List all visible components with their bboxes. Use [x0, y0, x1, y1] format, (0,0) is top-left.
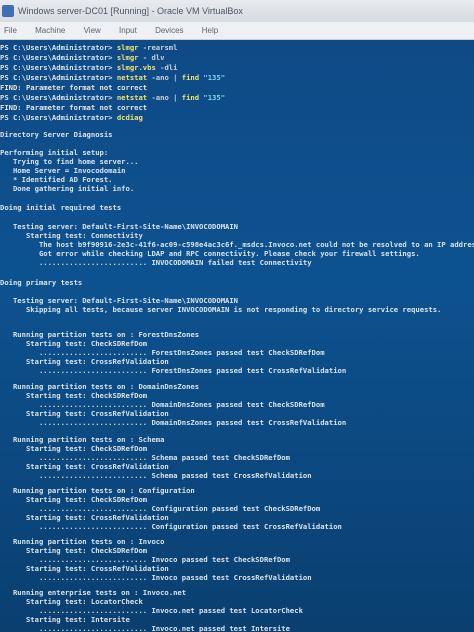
console-text: -ano |: [147, 93, 182, 102]
console-text: Starting test: CheckSDRefDom: [0, 444, 148, 453]
console-text: Running partition tests on : DomainDnsZo…: [0, 382, 200, 391]
console-text: Starting test: CheckSDRefDom: [0, 391, 148, 400]
console-line: Skipping all tests, because server INVOC…: [0, 305, 442, 315]
console-line: PS C:\Users\Administrator> netstat -ano …: [0, 73, 226, 83]
console-text: ......................... ForestDnsZones…: [0, 348, 325, 357]
console-text: Running partition tests on : Invoco: [0, 537, 165, 546]
console-command: find: [181, 73, 200, 82]
console-text: ......................... DomainDnsZones…: [0, 400, 325, 409]
console-text: "135": [199, 73, 226, 82]
console-text: FIND: Parameter format not correct: [0, 103, 148, 112]
console-text: Testing server: Default-First-Site-Name\…: [0, 222, 238, 231]
console-text: PS C:\Users\Administrator>: [0, 43, 117, 52]
console-text: Got error while checking LDAP and RPC co…: [0, 249, 420, 258]
console-text: Done gathering initial info.: [0, 184, 135, 193]
menu-view[interactable]: View: [84, 22, 101, 39]
console-text: Trying to find home server...: [0, 157, 139, 166]
console-line: ......................... Invoco.net pas…: [0, 624, 290, 632]
console-text: * Identified AD Forest.: [0, 175, 113, 184]
console-line: PS C:\Users\Administrator> slmgr.vbs -dl…: [0, 63, 178, 73]
console-text: PS C:\Users\Administrator>: [0, 53, 117, 62]
console-text: PS C:\Users\Administrator>: [0, 73, 117, 82]
console-text: ......................... Configuration …: [0, 504, 321, 513]
console-command: netstat: [116, 93, 148, 102]
console-text: Starting test: CheckSDRefDom: [0, 495, 148, 504]
console-line: ......................... DomainDnsZones…: [0, 418, 347, 428]
console-line: PS C:\Users\Administrator> dcdiag: [0, 113, 143, 123]
console-line: Done gathering initial info.: [0, 184, 135, 194]
console-text: ......................... DomainDnsZones…: [0, 418, 347, 427]
console-text: Starting test: CheckSDRefDom: [0, 546, 148, 555]
console-text: Starting test: Intersite: [0, 615, 130, 624]
console-text: Running partition tests on : Schema: [0, 435, 165, 444]
console-text: ......................... Invoco passed …: [0, 555, 290, 564]
menu-machine[interactable]: Machine: [35, 22, 65, 39]
console-text: ......................... Configuration …: [0, 522, 342, 531]
menu-input[interactable]: Input: [119, 22, 137, 39]
console-command: netstat: [116, 73, 148, 82]
console-command: dcdiag: [116, 113, 143, 122]
console-text: PS C:\Users\Administrator>: [0, 113, 117, 122]
console-text: Directory Server Diagnosis: [0, 130, 113, 139]
console-text: Starting test: CrossRefValidation: [0, 564, 169, 573]
console-line: PS C:\Users\Administrator> slmgr -rearsm…: [0, 43, 178, 53]
console-text: Starting test: LocatorCheck: [0, 597, 143, 606]
console-text: Starting test: CheckSDRefDom: [0, 339, 148, 348]
console-text: Starting test: CrossRefValidation: [0, 357, 169, 366]
console-text: Doing initial required tests: [0, 203, 122, 212]
console-text: Running partition tests on : ForestDnsZo…: [0, 330, 200, 339]
console-command: slmgr.vbs: [116, 63, 156, 72]
virtualbox-icon: [2, 5, 14, 17]
console-text: Starting test: CrossRefValidation: [0, 462, 169, 471]
console-text: Starting test: CrossRefValidation: [0, 513, 169, 522]
console-text: PS C:\Users\Administrator>: [0, 63, 117, 72]
console-line: PS C:\Users\Administrator> netstat -ano …: [0, 93, 226, 103]
console-text: Testing server: Default-First-Site-Name\…: [0, 296, 238, 305]
console-command: slmgr: [116, 53, 139, 62]
console-command: find: [181, 93, 200, 102]
window-titlebar[interactable]: Windows server-DC01 [Running] - Oracle V…: [0, 0, 474, 22]
console-line: ......................... INVOCODOMAIN f…: [0, 258, 312, 268]
console-text: ......................... Invoco passed …: [0, 573, 312, 582]
menu-bar: File Machine View Input Devices Help: [0, 22, 474, 40]
console-text: FIND: Parameter format not correct: [0, 83, 148, 92]
console-line: FIND: Parameter format not correct: [0, 103, 148, 113]
console-line: ......................... Schema passed …: [0, 471, 312, 481]
console-line: PS C:\Users\Administrator> slmgr - dlv: [0, 53, 165, 63]
console-text: - dlv: [138, 53, 165, 62]
console-command: slmgr: [116, 43, 139, 52]
console-text: Starting test: Connectivity: [0, 231, 143, 240]
menu-file[interactable]: File: [4, 22, 17, 39]
console-line: Doing primary tests: [0, 278, 83, 288]
menu-help[interactable]: Help: [202, 22, 218, 39]
console-line: Directory Server Diagnosis: [0, 130, 113, 140]
console-text: ......................... Invoco.net pas…: [0, 606, 303, 615]
console-line: ......................... ForestDnsZones…: [0, 366, 347, 376]
console-text: Running partition tests on : Configurati…: [0, 486, 195, 495]
console-text: -ano |: [147, 73, 182, 82]
console-text: Running enterprise tests on : Invoco.net: [0, 588, 187, 597]
menu-devices[interactable]: Devices: [155, 22, 183, 39]
console-text: ......................... Schema passed …: [0, 453, 290, 462]
console-text: Starting test: CrossRefValidation: [0, 409, 169, 418]
console-text: PS C:\Users\Administrator>: [0, 93, 117, 102]
console-line: Doing initial required tests: [0, 203, 122, 213]
console-line: ......................... Invoco passed …: [0, 573, 312, 583]
console-text: ......................... Schema passed …: [0, 471, 312, 480]
powershell-console[interactable]: PS C:\Users\Administrator> slmgr -rearsm…: [0, 40, 474, 632]
window-title: Windows server-DC01 [Running] - Oracle V…: [18, 6, 243, 16]
console-text: The host b9f90916-2e3c-41f6-ac09-c598e4a…: [0, 240, 474, 249]
console-text: Doing primary tests: [0, 278, 83, 287]
console-text: Home Server = Invocodomain: [0, 166, 126, 175]
console-text: ......................... ForestDnsZones…: [0, 366, 347, 375]
console-text: Skipping all tests, because server INVOC…: [0, 305, 442, 314]
console-line: ......................... Configuration …: [0, 522, 342, 532]
console-text: ......................... Invoco.net pas…: [0, 624, 290, 632]
console-text: "135": [199, 93, 226, 102]
console-text: -dli: [155, 63, 178, 72]
console-text: ......................... INVOCODOMAIN f…: [0, 258, 312, 267]
console-line: FIND: Parameter format not correct: [0, 83, 148, 93]
console-text: Performing initial setup:: [0, 148, 109, 157]
console-text: -rearsml: [138, 43, 178, 52]
